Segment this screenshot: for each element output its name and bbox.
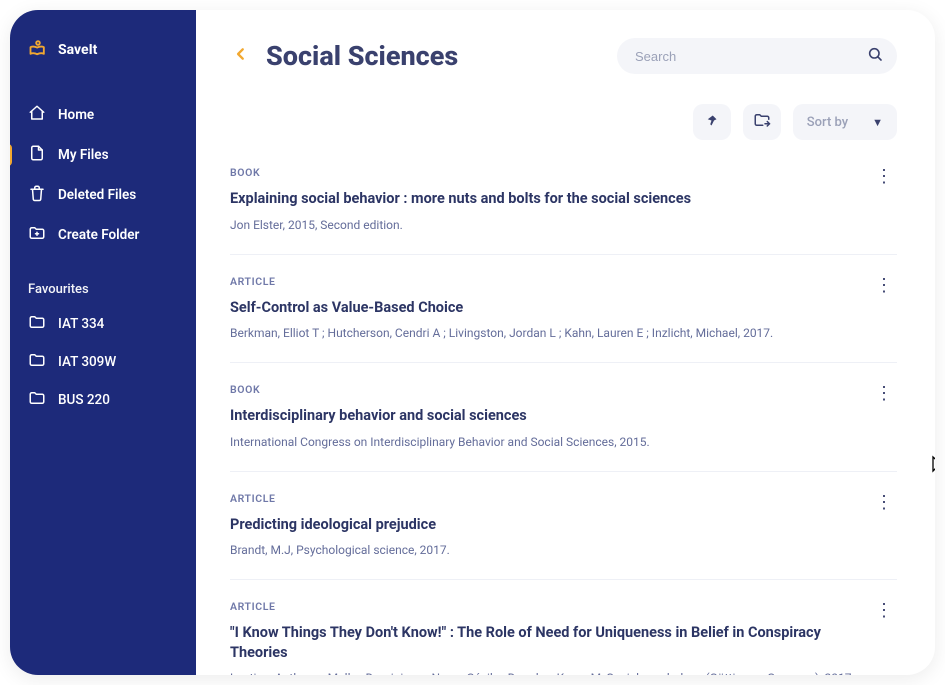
search-input[interactable] <box>617 38 897 74</box>
item-menu-button[interactable]: ⋮ <box>871 383 897 405</box>
nav-item-home[interactable]: Home <box>28 104 178 126</box>
item-meta: Berkman, Elliot T ; Hutcherson, Cendri A… <box>230 324 897 342</box>
folder-icon <box>28 389 46 411</box>
nav-item-deleted-files[interactable]: Deleted Files <box>28 184 178 206</box>
item-menu-button[interactable]: ⋮ <box>871 492 897 514</box>
pin-button[interactable] <box>693 104 731 140</box>
favourites-heading: Favourites <box>28 282 178 297</box>
item-type: BOOK <box>230 383 897 396</box>
item-meta: International Congress on Interdisciplin… <box>230 433 897 451</box>
item-type: ARTICLE <box>230 492 897 505</box>
kebab-icon: ⋮ <box>875 383 893 404</box>
chevron-down-icon: ▼ <box>872 116 883 129</box>
item-meta: Brandt, M.J, Psychological science, 2017… <box>230 541 897 559</box>
favourite-label: IAT 309W <box>58 354 116 370</box>
nav-label: Deleted Files <box>58 187 136 203</box>
brand: SaveIt <box>28 38 178 62</box>
search-wrap <box>617 38 897 74</box>
list-item[interactable]: ARTICLE Predicting ideological prejudice B… <box>230 492 897 581</box>
brand-label: SaveIt <box>58 42 97 58</box>
folder-move-icon <box>753 111 771 133</box>
item-menu-button[interactable]: ⋮ <box>871 275 897 297</box>
item-meta: Lantian, Anthony ; Muller, Dominique ; N… <box>230 669 897 675</box>
list-item[interactable]: ARTICLE Self-Control as Value-Based Choic… <box>230 275 897 364</box>
favourite-label: BUS 220 <box>58 392 110 408</box>
nav-label: Create Folder <box>58 227 139 243</box>
nav-item-create-folder[interactable]: Create Folder <box>28 224 178 246</box>
favourite-item[interactable]: IAT 309W <box>28 351 178 373</box>
item-type: ARTICLE <box>230 275 897 288</box>
move-button[interactable] <box>743 104 781 140</box>
sidebar: SaveIt Home My Files Deleted Files <box>10 10 196 675</box>
item-list: BOOK Explaining social behavior : more nu… <box>230 166 897 675</box>
item-title: Self-Control as Value-Based Choice <box>230 298 897 318</box>
back-button[interactable] <box>230 40 252 73</box>
list-item[interactable]: BOOK Interdisciplinary behavior and socia… <box>230 383 897 472</box>
nav-item-my-files[interactable]: My Files <box>28 144 178 166</box>
file-icon <box>28 144 46 166</box>
folder-plus-icon <box>28 224 46 246</box>
favourite-label: IAT 334 <box>58 316 104 332</box>
nav-label: My Files <box>58 147 109 163</box>
pin-icon <box>704 113 719 132</box>
item-menu-button[interactable]: ⋮ <box>871 600 897 622</box>
favourite-item[interactable]: IAT 334 <box>28 313 178 335</box>
sort-button[interactable]: Sort by ▼ <box>793 104 897 140</box>
sort-label: Sort by <box>807 115 848 130</box>
header-row: Social Sciences <box>230 38 897 74</box>
item-type: ARTICLE <box>230 600 897 613</box>
item-menu-button[interactable]: ⋮ <box>871 166 897 188</box>
brand-icon <box>28 38 48 62</box>
search-icon[interactable] <box>867 46 883 66</box>
toolbar: Sort by ▼ <box>230 104 897 140</box>
item-meta: Jon Elster, 2015, Second edition. <box>230 216 897 234</box>
trash-icon <box>28 184 46 206</box>
favourite-item[interactable]: BUS 220 <box>28 389 178 411</box>
nav-label: Home <box>58 107 94 123</box>
main-content: Social Sciences Sort by ▼ <box>196 10 935 675</box>
folder-icon <box>28 351 46 373</box>
kebab-icon: ⋮ <box>875 492 893 513</box>
item-title: Explaining social behavior : more nuts a… <box>230 189 897 209</box>
page-title: Social Sciences <box>266 40 458 72</box>
item-title: Predicting ideological prejudice <box>230 515 897 535</box>
item-title: Interdisciplinary behavior and social sc… <box>230 406 897 426</box>
kebab-icon: ⋮ <box>875 600 893 621</box>
kebab-icon: ⋮ <box>875 275 893 296</box>
list-item[interactable]: BOOK Explaining social behavior : more nu… <box>230 166 897 255</box>
app-window: SaveIt Home My Files Deleted Files <box>10 10 935 675</box>
item-title: "I Know Things They Don't Know!" : The R… <box>230 623 897 662</box>
list-item[interactable]: ARTICLE "I Know Things They Don't Know!" … <box>230 600 897 675</box>
kebab-icon: ⋮ <box>875 166 893 187</box>
home-icon <box>28 104 46 126</box>
nav-list: Home My Files Deleted Files Create Folde… <box>28 104 178 264</box>
cursor-icon <box>931 455 935 479</box>
folder-icon <box>28 313 46 335</box>
item-type: BOOK <box>230 166 897 179</box>
